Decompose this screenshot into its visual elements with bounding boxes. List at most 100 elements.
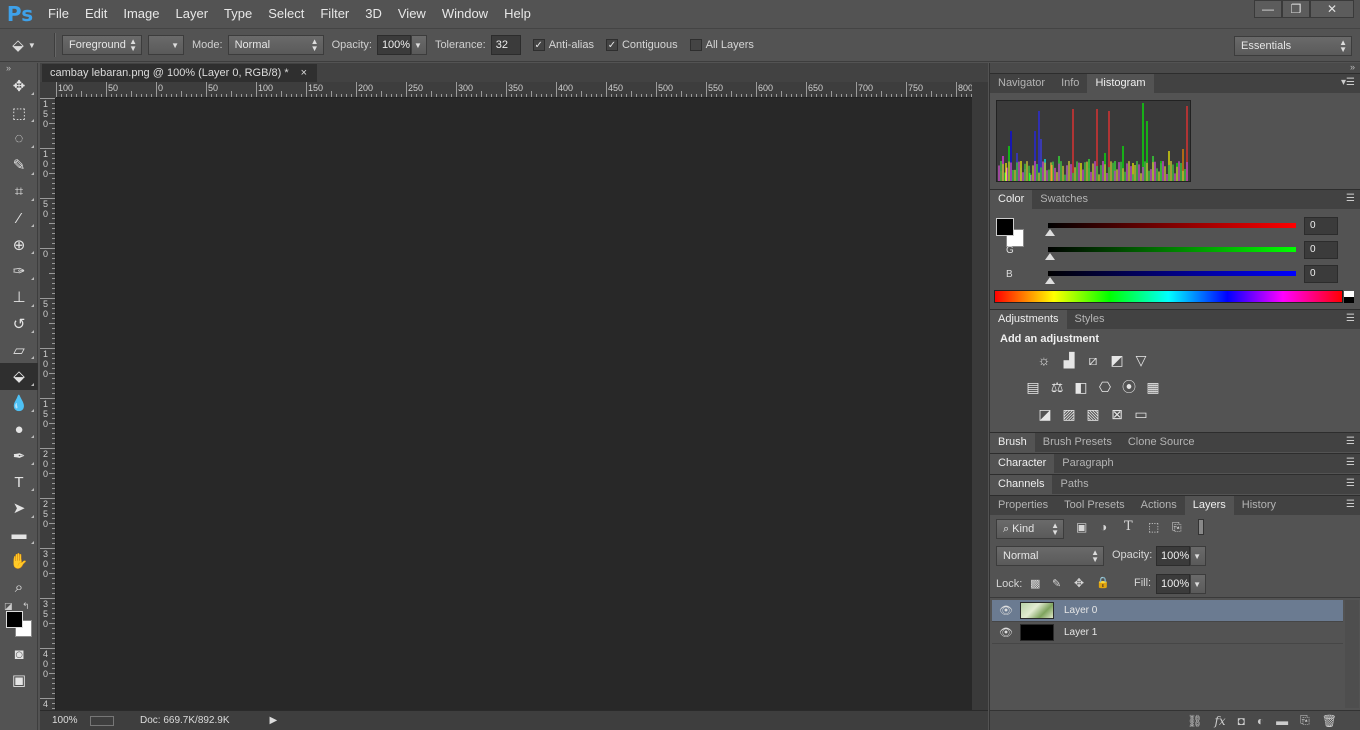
lock-position-icon[interactable]: ✥ (1074, 576, 1084, 590)
type-tool[interactable]: T (0, 469, 38, 495)
tab-paragraph[interactable]: Paragraph (1054, 454, 1121, 473)
layer-name[interactable]: Layer 0 (1064, 605, 1097, 616)
lasso-tool[interactable]: ◌ (0, 126, 38, 152)
red-track[interactable] (1048, 223, 1296, 228)
type-filter-icon[interactable]: T (1124, 519, 1133, 534)
foreground-color-swatch[interactable] (996, 218, 1014, 236)
healing-brush-tool[interactable]: ⊕ (0, 231, 38, 257)
layers-scrollbar[interactable] (1345, 600, 1359, 708)
blue-slider[interactable]: B 0 (1006, 265, 1351, 289)
pixel-filter-icon[interactable]: ▣ (1076, 520, 1087, 534)
group-folder-icon[interactable]: ▬ (1276, 714, 1288, 728)
adjustment-filter-icon[interactable]: ◑ (1100, 520, 1107, 534)
tab-channels[interactable]: Channels (990, 475, 1053, 494)
eraser-tool[interactable]: ▱ (0, 337, 38, 363)
quick-select-tool[interactable]: ✎ (0, 152, 38, 178)
clone-stamp-tool[interactable]: ⊥ (0, 284, 38, 310)
blur-tool[interactable]: 💧 (0, 390, 38, 416)
menu-3d[interactable]: 3D (357, 0, 390, 27)
green-thumb[interactable] (1045, 253, 1055, 260)
swap-colors-icon[interactable]: ↰ (22, 601, 30, 612)
menu-type[interactable]: Type (216, 0, 260, 27)
tab-layers[interactable]: Layers (1184, 496, 1234, 515)
lock-pixels-icon[interactable]: ✎ (1052, 577, 1061, 590)
layer-opacity-input[interactable]: 100% (1156, 546, 1190, 566)
minimize-button[interactable]: — (1254, 0, 1282, 18)
panel-menu-icon[interactable]: ☰ (1346, 479, 1355, 489)
tab-histogram[interactable]: Histogram (1087, 74, 1154, 93)
panel-menu-icon[interactable]: ▾☰ (1341, 78, 1355, 88)
marquee-tool[interactable]: ⬚ (0, 99, 38, 125)
collapse-icon[interactable]: » (0, 63, 37, 73)
posterize-icon[interactable]: ▨ (1060, 405, 1078, 423)
brightness-icon[interactable]: ☼ (1035, 351, 1053, 369)
panel-menu-icon[interactable]: ☰ (1346, 194, 1355, 204)
canvas[interactable] (57, 99, 971, 710)
fill-input[interactable]: 100% (1156, 574, 1190, 594)
shape-filter-icon[interactable]: ⬚ (1148, 520, 1159, 534)
blue-value-input[interactable]: 0 (1304, 265, 1338, 283)
menu-image[interactable]: Image (115, 0, 167, 27)
rectangle-tool[interactable]: ▬ (0, 522, 38, 548)
tab-adjustments[interactable]: Adjustments (990, 310, 1067, 329)
paint-bucket-tool[interactable]: ⬙ (0, 363, 38, 390)
black-white-swatch[interactable] (1344, 291, 1354, 303)
tab-clone-source[interactable]: Clone Source (1120, 433, 1203, 452)
contiguous-checkbox[interactable]: ✓ (605, 39, 618, 51)
tab-color[interactable]: Color (990, 190, 1033, 209)
green-slider[interactable]: G 0 (1006, 241, 1351, 265)
black-white-icon[interactable]: ◧ (1072, 378, 1090, 396)
restore-button[interactable]: ❐ (1282, 0, 1310, 18)
history-brush-tool[interactable]: ↺ (0, 311, 38, 337)
dodge-tool[interactable]: ● (0, 416, 38, 442)
layer-opacity-slider-toggle[interactable]: ▼ (1190, 546, 1206, 566)
vertical-ruler[interactable]: 150100500501001502002503003504004 (40, 98, 56, 710)
tab-brush[interactable]: Brush (990, 433, 1035, 452)
tab-swatches[interactable]: Swatches (1032, 190, 1096, 209)
add-mask-icon[interactable]: ◘ (1238, 714, 1245, 728)
gradient-triangle-icon[interactable]: ▽ (1132, 351, 1150, 369)
collapse-dock-icon[interactable]: » (1350, 62, 1355, 72)
menu-layer[interactable]: Layer (168, 0, 217, 27)
lock-transparent-icon[interactable]: ▩ (1030, 577, 1040, 590)
close-tab-icon[interactable]: × (301, 64, 307, 82)
green-value-input[interactable]: 0 (1304, 241, 1338, 259)
tool-preset-picker[interactable]: ⬙ ▼ (0, 36, 48, 54)
channel-mixer-icon[interactable]: ⦿ (1120, 378, 1138, 396)
tab-properties[interactable]: Properties (990, 496, 1056, 515)
screen-mode-button[interactable]: ▣ (0, 667, 38, 693)
green-track[interactable] (1048, 247, 1296, 252)
layer-kind-filter[interactable]: ⌕ Kind ▲ ▼ (996, 519, 1064, 539)
invert-icon[interactable]: ◪ (1036, 405, 1054, 423)
tolerance-input[interactable]: 32 (490, 35, 521, 55)
exposure-icon[interactable]: ◩ (1108, 351, 1126, 369)
menu-window[interactable]: Window (434, 0, 496, 27)
panel-menu-icon[interactable]: ☰ (1346, 500, 1355, 510)
tab-character[interactable]: Character (990, 454, 1055, 473)
pen-tool[interactable]: ✒ (0, 442, 38, 468)
threshold-icon[interactable]: ▧ (1084, 405, 1102, 423)
foreground-color-swatch[interactable] (6, 610, 23, 628)
new-layer-icon[interactable]: ⎘ (1300, 713, 1310, 728)
all-layers-checkbox[interactable] (689, 39, 702, 51)
document-tab[interactable]: cambay lebaran.png @ 100% (Layer 0, RGB/… (42, 64, 318, 82)
filter-toggle[interactable] (1198, 519, 1204, 535)
gradient-map-icon[interactable]: ▭ (1132, 405, 1150, 423)
close-button[interactable]: ✕ (1310, 0, 1354, 18)
smart-object-filter-icon[interactable]: ⎘ (1172, 520, 1182, 535)
zoom-level[interactable]: 100% (52, 715, 90, 726)
opacity-input[interactable]: 100% (376, 35, 411, 55)
fx-icon[interactable]: fx (1214, 714, 1225, 728)
tab-paths[interactable]: Paths (1052, 475, 1096, 494)
vibrance-icon[interactable]: ▤ (1024, 378, 1042, 396)
visibility-eye-icon[interactable]: 👁 (992, 604, 1020, 617)
visibility-eye-icon[interactable]: 👁 (992, 626, 1020, 639)
color-spectrum[interactable] (994, 290, 1354, 303)
layer-row-layer-0[interactable]: 👁 Layer 0 (992, 600, 1343, 622)
curves-icon[interactable]: ⧄ (1084, 351, 1102, 369)
panel-menu-icon[interactable]: ☰ (1346, 437, 1355, 447)
fill-source-dropdown[interactable]: Foreground ▲ ▼ (62, 35, 142, 55)
vertical-scrollbar[interactable] (972, 82, 988, 710)
pattern-picker[interactable]: ▼ (148, 35, 184, 55)
selective-color-icon[interactable]: ⊠ (1108, 405, 1126, 423)
